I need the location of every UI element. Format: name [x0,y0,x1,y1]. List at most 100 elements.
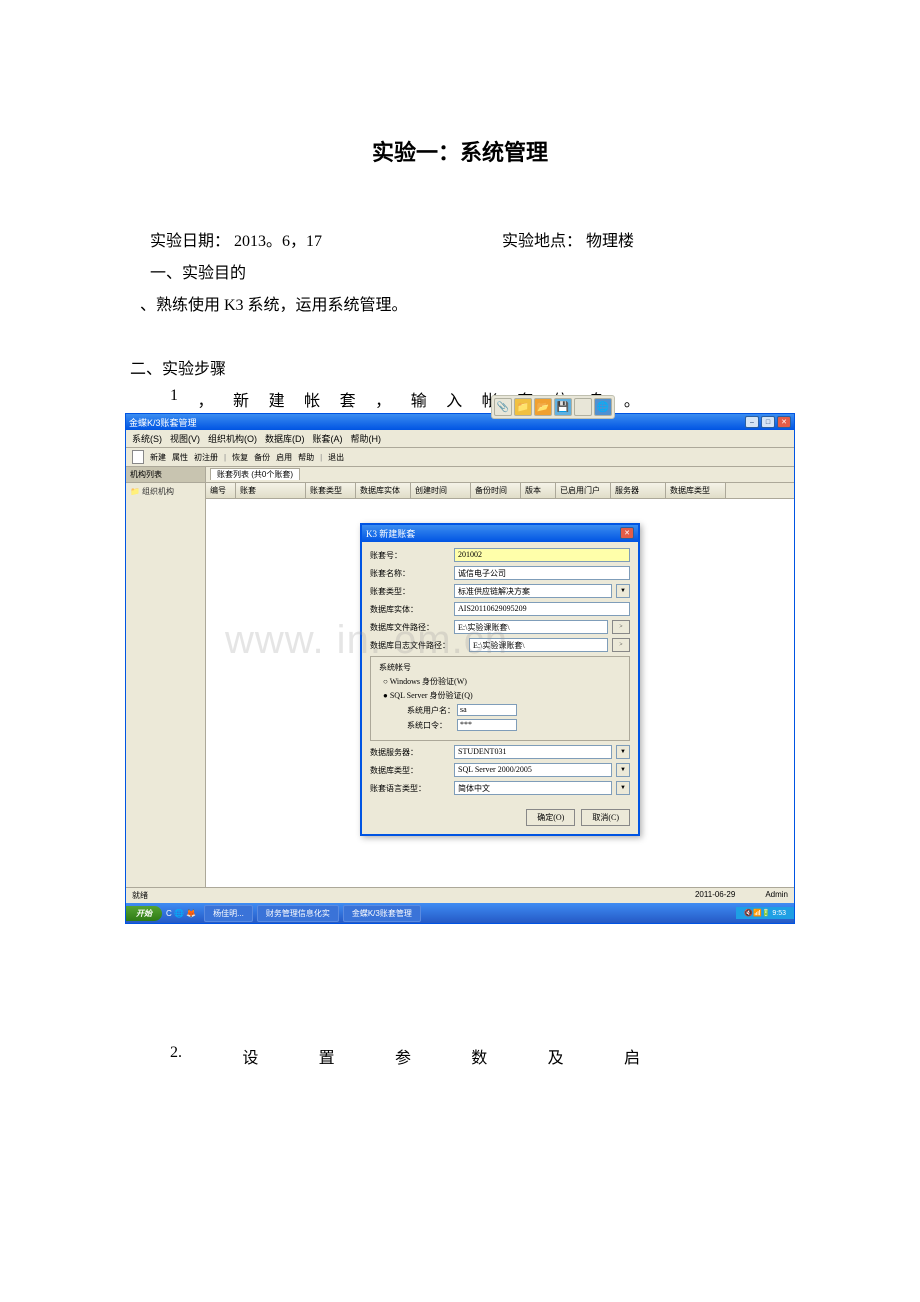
db-path-browse-icon[interactable]: > [612,620,630,634]
grid-col-ver[interactable]: 版本 [521,483,556,498]
sys-user-input[interactable]: sa [457,704,517,716]
toolbar: 新建 属性 初注册 | 恢复 备份 启用 帮助 | 退出 [126,448,794,467]
acct-name-input[interactable]: 诚信电子公司 [454,566,630,580]
folder2-icon[interactable]: 📂 [534,398,552,416]
disk-icon[interactable]: 💾 [554,398,572,416]
status-ready: 就绪 [132,890,148,901]
db-entity-input[interactable]: AIS20110629095209 [454,602,630,616]
section-1-heading: 一、实验目的 [0,259,920,283]
close-button[interactable]: ✕ [777,416,791,428]
grid-col-portal[interactable]: 已启用门户 [556,483,611,498]
log-path-input[interactable]: E:\实验课账套\ [469,638,608,652]
section-2-heading: 二、实验步骤 [0,355,920,379]
new-account-dialog: K3 新建账套 ✕ 账套号： 201002 账套名称： 诚信电子公司 账套类型：… [360,523,640,836]
db-path-input[interactable]: E:\实验课账套\ [454,620,608,634]
menubar: 系统(S) 视图(V) 组织机构(O) 数据库(D) 账套(A) 帮助(H) 📎… [126,430,794,448]
radio-windows-auth[interactable]: ○ Windows 身份验证(W) [383,676,617,687]
log-path-browse-icon[interactable]: > [612,638,630,652]
grid-col-created[interactable]: 创建时间 [411,483,471,498]
lang-dropdown-icon[interactable]: ▼ [616,781,630,795]
grid-col-dbtype[interactable]: 数据库类型 [666,483,726,498]
taskbar: 开始 C 🌐 🦊 杨佳明... 财务管理信息化实 金蝶K/3账套管理 🔇📶🔋 9… [126,903,794,923]
db-server-select[interactable]: STUDENT031 [454,745,612,759]
globe-icon[interactable]: 🌐 [594,398,612,416]
grid-col-acct[interactable]: 账套 [236,483,306,498]
window-title: 金蝶K/3账套管理 [129,416,197,429]
start-button[interactable]: 开始 [126,906,162,921]
menu-view[interactable]: 视图(V) [170,432,200,445]
tb-new[interactable]: 新建 [150,452,166,463]
sidebar: 机构列表 组织机构 [126,467,206,887]
task-item-2[interactable]: 财务管理信息化实 [257,905,339,922]
document-title: 实验一：系统管理 [0,0,920,167]
task-item-1[interactable]: 杨佳明... [204,905,253,922]
tb-exit[interactable]: 退出 [328,452,344,463]
bullet-1: 、熟练使用 K3 系统，运用系统管理。 [0,291,920,315]
grid-col-server[interactable]: 服务器 [611,483,666,498]
db-server-label: 数据服务器： [370,747,450,758]
acct-type-label: 账套类型： [370,586,450,597]
grid-header: 编号 账套 账套类型 数据库实体 创建时间 备份时间 版本 已启用门户 服务器 … [206,483,794,499]
step-2-line: 2. 设 置 参 数 及 启 [0,1044,640,1068]
tb-user[interactable]: 启用 [276,452,292,463]
tb-prop[interactable]: 属性 [172,452,188,463]
status-bar: 就绪 2011-06-29 Admin [126,887,794,903]
titlebar: 金蝶K/3账套管理 – □ ✕ [126,414,794,430]
dialog-close-button[interactable]: ✕ [620,527,634,539]
fieldset-legend: 系统帐号 [377,662,413,673]
lang-label: 账套语言类型： [370,783,450,794]
date-field: 实验日期： 2013。6，17 [150,227,322,251]
task-item-3[interactable]: 金蝶K/3账套管理 [343,905,421,922]
db-type-dropdown-icon[interactable]: ▼ [616,763,630,777]
menu-db[interactable]: 数据库(D) [265,432,305,445]
db-type-select[interactable]: SQL Server 2000/2005 [454,763,612,777]
ql-icon[interactable]: 📎 [494,398,512,416]
acct-type-select[interactable]: 标准供应链解决方案 [454,584,612,598]
tb-backup[interactable]: 备份 [254,452,270,463]
tb-reg[interactable]: 初注册 [194,452,218,463]
sys-user-label: 系统用户名： [407,705,457,716]
sys-pwd-label: 系统口令： [407,720,457,731]
radio-sql-auth[interactable]: ● SQL Server 身份验证(Q) [383,690,617,701]
location-field: 实验地点： 物理楼 [502,227,634,251]
tab-account-list[interactable]: 账套列表 (共0个账套) [210,468,300,480]
acct-type-dropdown-icon[interactable]: ▼ [616,584,630,598]
system-tray[interactable]: 🔇📶🔋 9:53 [736,907,794,919]
db-entity-label: 数据库实体： [370,604,450,615]
auth-fieldset: 系统帐号 ○ Windows 身份验证(W) ● SQL Server 身份验证… [370,656,630,741]
grid-col-backup[interactable]: 备份时间 [471,483,521,498]
menu-system[interactable]: 系统(S) [132,432,162,445]
cancel-button[interactable]: 取消(C) [581,809,630,826]
log-path-label: 数据库日志文件路径： [370,640,465,651]
grid-col-entity[interactable]: 数据库实体 [356,483,411,498]
dialog-titlebar: K3 新建账套 ✕ [362,525,638,542]
lang-select[interactable]: 简体中文 [454,781,612,795]
dialog-title-icon: K3 [366,529,377,539]
screenshot: 金蝶K/3账套管理 – □ ✕ 系统(S) 视图(V) 组织机构(O) 数据库(… [125,413,795,924]
new-doc-icon[interactable] [132,450,144,464]
tb-upgrade[interactable]: 帮助 [298,452,314,463]
sep-icon [574,398,592,416]
acct-no-label: 账套号： [370,550,450,561]
db-path-label: 数据库文件路径： [370,622,450,633]
acct-name-label: 账套名称： [370,568,450,579]
db-server-dropdown-icon[interactable]: ▼ [616,745,630,759]
ok-button[interactable]: 确定(O) [526,809,575,826]
folder-icon[interactable]: 📁 [514,398,532,416]
status-user: Admin [765,890,788,901]
document-meta: 实验日期： 2013。6，17 实验地点： 物理楼 [0,227,920,251]
menu-org[interactable]: 组织机构(O) [208,432,257,445]
acct-no-input[interactable]: 201002 [454,548,630,562]
tb-refresh[interactable]: 恢复 [232,452,248,463]
dialog-title-text: 新建账套 [379,529,415,539]
maximize-button[interactable]: □ [761,416,775,428]
grid-col-no[interactable]: 编号 [206,483,236,498]
menu-account[interactable]: 账套(A) [313,432,343,445]
menu-help[interactable]: 帮助(H) [351,432,382,445]
minimize-button[interactable]: – [745,416,759,428]
grid-col-type[interactable]: 账套类型 [306,483,356,498]
sidebar-item-org[interactable]: 组织机构 [126,483,205,500]
tab-strip: 账套列表 (共0个账套) [206,467,794,483]
db-type-label: 数据库类型： [370,765,450,776]
sys-pwd-input[interactable]: *** [457,719,517,731]
